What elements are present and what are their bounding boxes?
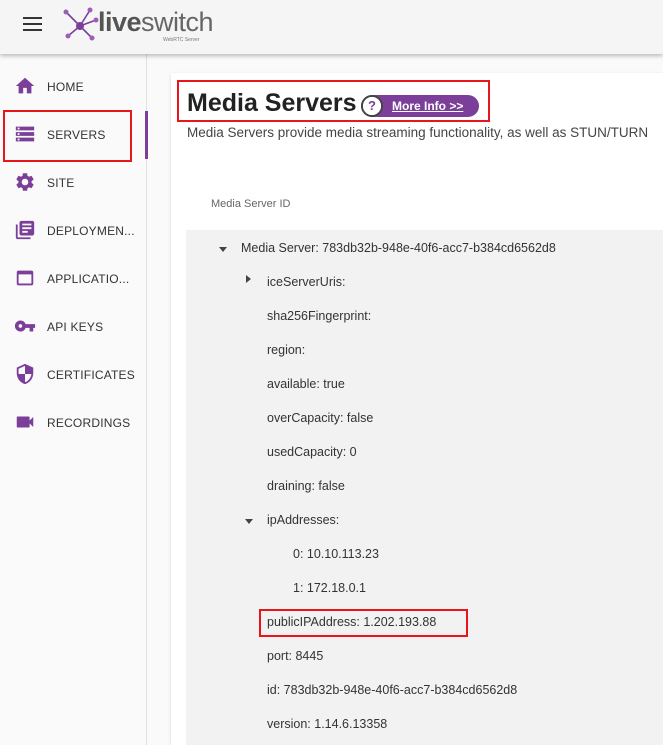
- highlight-box-servers: [3, 110, 132, 162]
- tree-leaf-sha256-fingerprint: sha256Fingerprint:: [267, 309, 372, 323]
- deployments-icon: [15, 220, 35, 240]
- liveswitch-logo-mark-icon: [63, 7, 99, 41]
- tree-leaf-version: version: 1.14.6.13358: [267, 717, 388, 731]
- sidebar-item-site[interactable]: SITE: [0, 159, 147, 207]
- tree-leaf-available: available: true: [267, 377, 345, 391]
- sidebar-item-home[interactable]: HOME: [0, 63, 147, 111]
- logo-text-switch: switch: [141, 7, 214, 37]
- applications-icon: [16, 270, 34, 286]
- tree-node-ice-server-uris[interactable]: iceServerUris:: [267, 275, 346, 289]
- page-description: Media Servers provide media streaming fu…: [187, 125, 649, 140]
- tree-node-media-server[interactable]: Media Server: 783db32b-948e-40f6-acc7-b3…: [241, 241, 556, 255]
- sidebar-item-label: APPLICATIO...: [47, 272, 130, 286]
- highlight-box-title: [177, 80, 490, 122]
- shield-icon: [16, 363, 34, 385]
- tree-leaf-id: id: 783db32b-948e-40f6-acc7-b384cd6562d8: [267, 683, 518, 697]
- tree-leaf-ip-1: 1: 172.18.0.1: [293, 581, 366, 595]
- active-indicator: [145, 111, 148, 159]
- column-header-media-server-id[interactable]: Media Server ID: [211, 198, 290, 210]
- sidebar-item-label: SITE: [47, 176, 75, 190]
- tree-leaf-region: region:: [267, 343, 306, 357]
- sidebar-item-label: API KEYS: [47, 320, 104, 334]
- expanded-caret-icon[interactable]: [219, 247, 227, 252]
- tree-leaf-over-capacity: overCapacity: false: [267, 411, 374, 425]
- sidebar-item-applications[interactable]: APPLICATIO...: [0, 255, 147, 303]
- expanded-caret-icon[interactable]: [245, 519, 253, 524]
- logo-wordmark: liveswitch: [98, 7, 214, 38]
- sidebar-item-recordings[interactable]: RECORDINGS: [0, 399, 147, 447]
- home-icon: [15, 77, 35, 94]
- video-camera-icon: [16, 416, 34, 428]
- sidebar-item-label: RECORDINGS: [47, 416, 131, 430]
- sidebar-item-api-keys[interactable]: API KEYS: [0, 303, 147, 351]
- hamburger-menu-icon[interactable]: [23, 17, 42, 31]
- media-servers-card: Media Servers ? More Info >> Media Serve…: [171, 73, 663, 745]
- collapsed-caret-icon[interactable]: [246, 275, 251, 283]
- sidebar-item-label: DEPLOYMEN...: [47, 224, 135, 238]
- sidebar-item-deployments[interactable]: DEPLOYMEN...: [0, 207, 147, 255]
- sidebar-item-certificates[interactable]: CERTIFICATES: [0, 351, 147, 399]
- tree-leaf-used-capacity: usedCapacity: 0: [267, 445, 357, 459]
- tree-leaf-draining: draining: false: [267, 479, 345, 493]
- logo-subtitle: WebRTC Server: [163, 37, 200, 43]
- sidebar-item-label: CERTIFICATES: [47, 368, 135, 382]
- gear-icon: [16, 173, 34, 191]
- tree-node-ip-addresses[interactable]: ipAddresses:: [267, 513, 339, 527]
- logo-text-live: live: [98, 7, 142, 37]
- tree-leaf-port: port: 8445: [267, 649, 324, 663]
- sidebar-item-label: HOME: [47, 80, 84, 94]
- highlight-box-public-ip: [259, 609, 468, 637]
- tree-leaf-ip-0: 0: 10.10.113.23: [293, 547, 379, 561]
- media-server-tree: Media Server: 783db32b-948e-40f6-acc7-b3…: [186, 230, 663, 745]
- top-app-bar: liveswitch WebRTC Server: [0, 0, 663, 54]
- key-icon: [14, 320, 36, 332]
